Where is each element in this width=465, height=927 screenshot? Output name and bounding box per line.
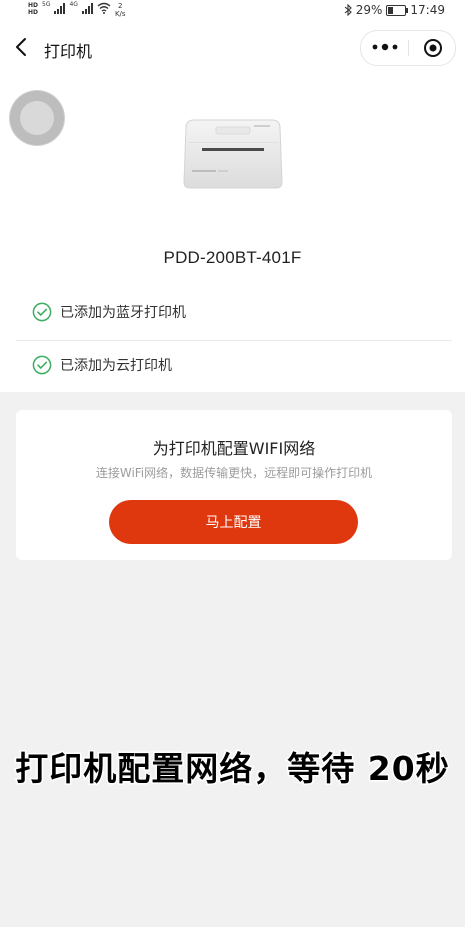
status-item-label: 已添加为云打印机 — [60, 358, 172, 374]
divider — [16, 340, 452, 341]
sig-gen-label-1: 5G — [42, 1, 51, 8]
back-arrow-icon[interactable] — [12, 36, 32, 58]
battery-percent: 29% — [355, 3, 383, 17]
status-right: 29% 17:49 — [344, 3, 445, 17]
configure-now-button[interactable]: 马上配置 — [109, 500, 358, 544]
capsule-divider — [408, 40, 409, 56]
status-item-bluetooth: 已添加为蓝牙打印机 — [32, 302, 186, 322]
miniprogram-capsule — [360, 30, 456, 66]
status-left: HD HD 5G 4G 2 K/s — [28, 2, 126, 19]
sig-gen-1: 5G — [42, 2, 50, 8]
wifi-icon — [97, 2, 111, 14]
close-target-icon[interactable] — [423, 38, 443, 58]
nav-bar: 打印机 — [0, 28, 465, 68]
net-speed: 2 K/s — [115, 2, 126, 18]
network-label-1: HD — [28, 2, 39, 9]
printer-model: PDD-200BT-401F — [163, 248, 302, 267]
check-circle-icon — [32, 302, 52, 322]
wifi-config-card: 为打印机配置WIFI网络 连接WiFi网络，数据传输更快，远程即可操作打印机 马… — [16, 410, 452, 560]
page-title: 打印机 — [44, 42, 93, 61]
sig-gen-label-2: 4G — [69, 1, 78, 8]
card-title: 为打印机配置WIFI网络 — [152, 439, 316, 458]
floating-ball-inner — [20, 101, 54, 135]
clock: 17:49 — [410, 3, 445, 17]
status-item-cloud: 已添加为云打印机 — [32, 355, 172, 375]
network-label-2: HD — [28, 9, 39, 16]
signal-icon-2 — [81, 2, 93, 14]
printer-image — [183, 119, 283, 189]
battery-fill — [388, 6, 394, 14]
net-speed-value: 2 — [118, 2, 123, 10]
signal-icon — [54, 2, 66, 14]
video-caption: 打印机配置网络，等待 20秒 — [14, 748, 450, 790]
card-subtitle: 连接WiFi网络，数据传输更快，远程即可操作打印机 — [95, 466, 373, 480]
network-type: HD HD — [28, 2, 38, 16]
check-circle-icon — [32, 355, 52, 375]
status-item-label: 已添加为蓝牙打印机 — [60, 305, 186, 321]
net-speed-unit: K/s — [114, 10, 126, 18]
bluetooth-icon — [344, 4, 352, 16]
more-dots-icon[interactable] — [371, 40, 399, 54]
floating-assist-ball[interactable] — [10, 91, 64, 145]
battery-icon — [386, 4, 409, 16]
sig-gen-2: 4G — [69, 2, 77, 8]
status-bar: HD HD 5G 4G 2 K/s 29% 17:49 — [0, 0, 465, 22]
